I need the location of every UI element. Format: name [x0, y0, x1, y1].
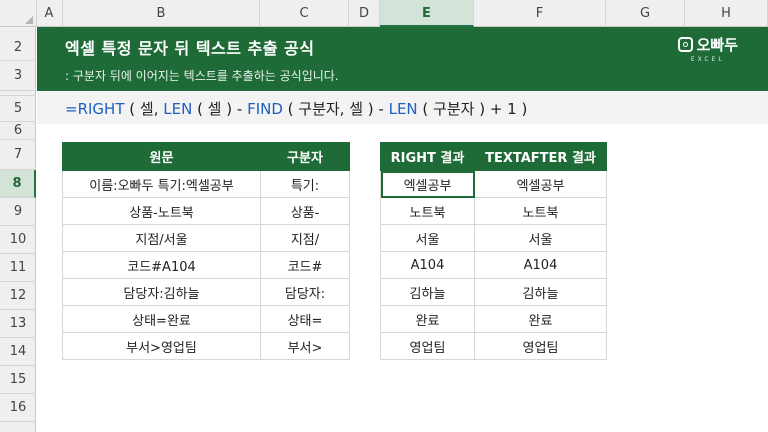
cell-right-result[interactable]: 김하늘	[380, 278, 475, 306]
formula-fn-len: LEN	[163, 100, 193, 118]
title-banner: 엑셀 특정 문자 뒤 텍스트 추출 공식 : 구분자 뒤에 이어지는 텍스트를 …	[37, 27, 768, 91]
cell-textafter-result[interactable]: A104	[474, 251, 607, 279]
formula-row: =RIGHT ( 셀, LEN ( 셀 ) - FIND ( 구분자, 셀 ) …	[37, 92, 768, 124]
row-header-2[interactable]: 2	[0, 35, 36, 61]
row-header-14[interactable]: 14	[0, 338, 36, 366]
banner-subtitle: : 구분자 뒤에 이어지는 텍스트를 추출하는 공식입니다.	[65, 69, 339, 83]
cell-textafter-result[interactable]: 엑셀공부	[474, 170, 607, 198]
cell-original[interactable]: 코드#A104	[62, 251, 261, 279]
row-header-bar: 2 3 4 5 6 7 8 9 10 11 12 13 14 15 16	[0, 27, 36, 432]
brand-logo-icon	[677, 37, 693, 52]
banner-title: 엑셀 특정 문자 뒤 텍스트 추출 공식	[65, 39, 315, 58]
table-row: 서울 서울	[380, 224, 607, 252]
table-row: A104 A104	[380, 251, 607, 279]
row-header-9[interactable]: 9	[0, 198, 36, 226]
select-all-triangle-icon	[25, 16, 33, 24]
cell-original[interactable]: 상품-노트북	[62, 197, 261, 225]
row-header-3[interactable]: 3	[0, 61, 36, 91]
cell-right-result[interactable]: 서울	[380, 224, 475, 252]
row-header-10[interactable]: 10	[0, 226, 36, 254]
row-header-5[interactable]: 5	[0, 96, 36, 122]
cell-right-result[interactable]: A104	[380, 251, 475, 279]
row-header-13[interactable]: 13	[0, 310, 36, 338]
header-delimiter[interactable]: 구분자	[260, 142, 350, 171]
formula-part: ( 구분자, 셀 ) -	[282, 100, 389, 118]
brand-logo: 오빠두 EXCEL	[677, 34, 738, 63]
column-header-h[interactable]: H	[685, 0, 768, 27]
cell-original[interactable]: 부서>영업팀	[62, 332, 261, 360]
cell-delimiter[interactable]: 담당자:	[260, 278, 350, 306]
table-row: 부서>영업팀 부서>	[62, 332, 350, 360]
formula-fn-len: LEN	[388, 100, 418, 118]
column-header-c[interactable]: C	[260, 0, 349, 27]
cell-delimiter[interactable]: 코드#	[260, 251, 350, 279]
source-header-row: 원문 구분자	[62, 142, 350, 171]
column-header-e[interactable]: E	[380, 0, 474, 27]
table-row: 담당자:김하늘 담당자:	[62, 278, 350, 306]
cell-right-result[interactable]: 노트북	[380, 197, 475, 225]
formula-part: ( 셀 ) -	[192, 100, 248, 118]
row-header-12[interactable]: 12	[0, 282, 36, 310]
column-header-d[interactable]: D	[349, 0, 380, 27]
table-row: 완료 완료	[380, 305, 607, 333]
column-header-g[interactable]: G	[606, 0, 685, 27]
cell-original[interactable]: 담당자:김하늘	[62, 278, 261, 306]
table-row: 영업팀 영업팀	[380, 332, 607, 360]
formula-fn-find: FIND	[247, 100, 283, 118]
header-right-result[interactable]: RIGHT 결과	[380, 142, 475, 171]
formula-equals: =	[65, 100, 78, 118]
table-row: 코드#A104 코드#	[62, 251, 350, 279]
row-header-11[interactable]: 11	[0, 254, 36, 282]
row-header-8[interactable]: 8	[0, 170, 36, 198]
column-header-b[interactable]: B	[63, 0, 260, 27]
source-table: 원문 구분자 이름:오빠두 특기:엑셀공부 특기: 상품-노트북 상품- 지점/…	[62, 142, 350, 360]
select-all-corner[interactable]	[0, 0, 37, 27]
cell-right-result[interactable]: 완료	[380, 305, 475, 333]
cell-textafter-result[interactable]: 완료	[474, 305, 607, 333]
cell-textafter-result[interactable]: 서울	[474, 224, 607, 252]
brand-logo-subtext: EXCEL	[690, 56, 725, 63]
row-header-7[interactable]: 7	[0, 140, 36, 170]
formula-part: ( 셀,	[124, 100, 164, 118]
header-textafter-result[interactable]: TEXTAFTER 결과	[474, 142, 607, 171]
column-header-bar: A B C D E F G H	[0, 0, 768, 27]
row-header-15[interactable]: 15	[0, 366, 36, 394]
column-header-f[interactable]: F	[474, 0, 606, 27]
table-row: 김하늘 김하늘	[380, 278, 607, 306]
table-row: 엑셀공부 엑셀공부	[380, 170, 607, 198]
cell-right-result-selected[interactable]: 엑셀공부	[380, 170, 475, 198]
cell-delimiter[interactable]: 상품-	[260, 197, 350, 225]
formula-part: ( 구분자 ) + 1 )	[417, 100, 528, 118]
cell-original[interactable]: 지점/서울	[62, 224, 261, 252]
result-table: RIGHT 결과 TEXTAFTER 결과 엑셀공부 엑셀공부 노트북 노트북 …	[380, 142, 607, 360]
table-row: 지점/서울 지점/	[62, 224, 350, 252]
table-row: 상태=완료 상태=	[62, 305, 350, 333]
header-original-text[interactable]: 원문	[62, 142, 261, 171]
cell-textafter-result[interactable]: 영업팀	[474, 332, 607, 360]
cell-delimiter[interactable]: 부서>	[260, 332, 350, 360]
brand-logo-text: 오빠두	[696, 36, 738, 54]
row-header-6[interactable]: 6	[0, 122, 36, 140]
cell-right-result[interactable]: 영업팀	[380, 332, 475, 360]
cell-textafter-result[interactable]: 김하늘	[474, 278, 607, 306]
result-header-row: RIGHT 결과 TEXTAFTER 결과	[380, 142, 607, 171]
formula-text: =RIGHT ( 셀, LEN ( 셀 ) - FIND ( 구분자, 셀 ) …	[65, 98, 527, 119]
table-row: 노트북 노트북	[380, 197, 607, 225]
formula-fn-right: RIGHT	[77, 100, 125, 118]
column-header-a[interactable]: A	[36, 0, 63, 27]
table-row: 상품-노트북 상품-	[62, 197, 350, 225]
cell-textafter-result[interactable]: 노트북	[474, 197, 607, 225]
cell-original[interactable]: 이름:오빠두 특기:엑셀공부	[62, 170, 261, 198]
cell-delimiter[interactable]: 상태=	[260, 305, 350, 333]
cell-delimiter[interactable]: 특기:	[260, 170, 350, 198]
cell-original[interactable]: 상태=완료	[62, 305, 261, 333]
cell-delimiter[interactable]: 지점/	[260, 224, 350, 252]
row-header-16[interactable]: 16	[0, 394, 36, 422]
table-row: 이름:오빠두 특기:엑셀공부 특기:	[62, 170, 350, 198]
